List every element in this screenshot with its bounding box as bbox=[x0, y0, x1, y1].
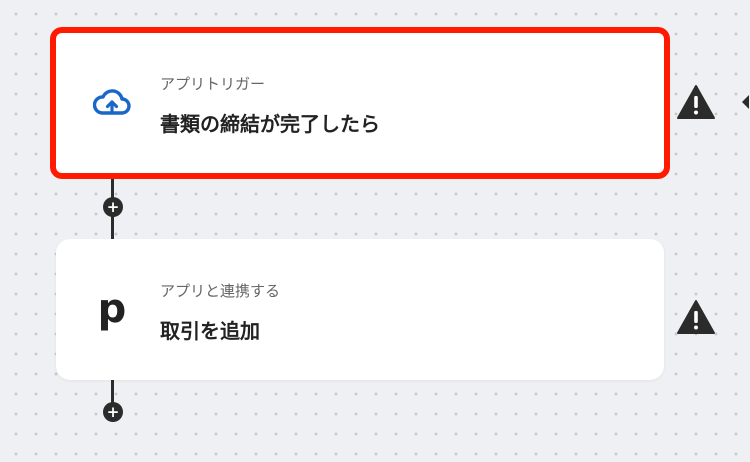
step-category-label: アプリと連携する bbox=[160, 282, 281, 300]
cloud-sign-icon bbox=[92, 83, 132, 123]
action-step-card[interactable]: p アプリと連携する 取引を追加 bbox=[56, 239, 664, 380]
warning-icon[interactable] bbox=[676, 84, 716, 120]
step-title: 取引を追加 bbox=[160, 319, 260, 343]
warning-icon[interactable] bbox=[676, 299, 716, 335]
p-logo-text: p bbox=[97, 286, 127, 332]
step-category-label: アプリトリガー bbox=[160, 75, 266, 93]
step-title: 書類の締結が完了したら bbox=[160, 112, 380, 136]
p-logo-icon: p bbox=[92, 289, 132, 329]
trigger-step-card[interactable]: アプリトリガー 書類の締結が完了したら bbox=[56, 33, 664, 173]
add-step-button[interactable]: + bbox=[103, 197, 123, 217]
add-step-button[interactable]: + bbox=[103, 402, 123, 422]
chevron-left-icon bbox=[740, 94, 750, 110]
